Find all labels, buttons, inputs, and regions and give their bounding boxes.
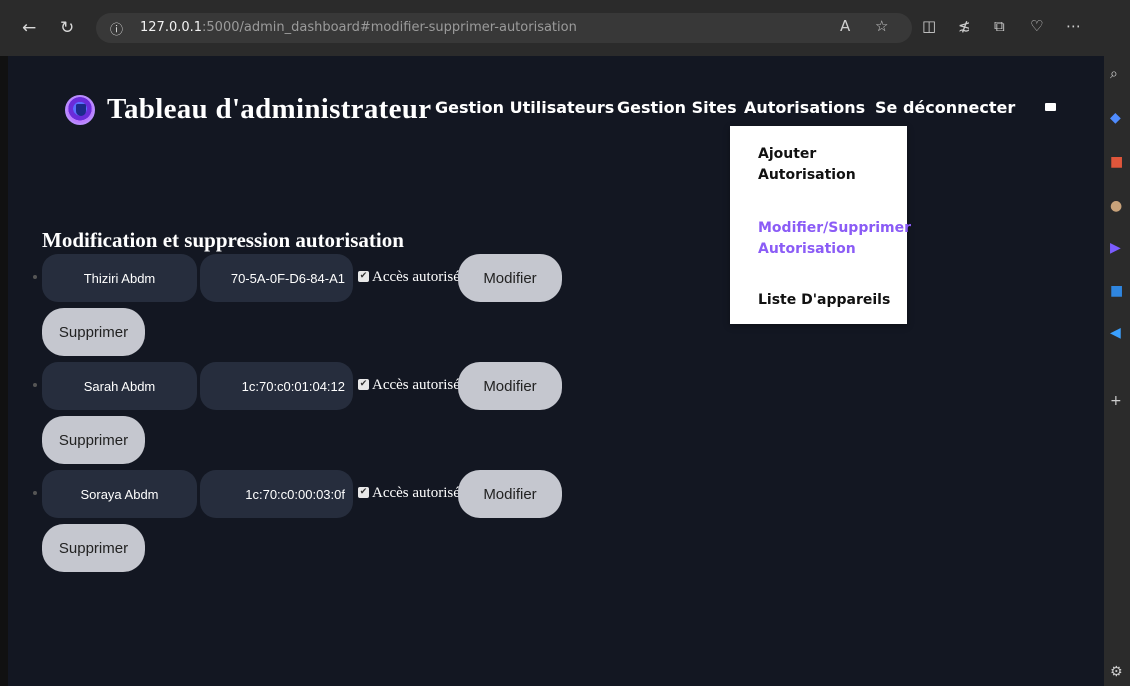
delete-button[interactable]: Supprimer <box>42 308 145 356</box>
name-field[interactable]: Sarah Abdm <box>42 362 197 410</box>
list-item: Soraya Abdm 1c:70:c0:00:03:0f ✔ Accès au… <box>8 470 1104 572</box>
nav-gestion-sites[interactable]: Gestion Sites <box>617 98 737 117</box>
brand: Tableau d'administrateur <box>65 93 431 126</box>
split-screen-icon[interactable]: ◫ <box>922 17 936 35</box>
admin-page: Tableau d'administrateur Gestion Utilisa… <box>8 56 1104 686</box>
access-checkbox[interactable]: ✔ <box>358 271 369 282</box>
mac-address-field[interactable]: 1c:70:c0:00:03:0f <box>200 470 353 518</box>
delete-button[interactable]: Supprimer <box>42 524 145 572</box>
shield-logo-icon <box>65 94 95 125</box>
favorite-star-icon[interactable]: ☆ <box>875 17 888 35</box>
nav-autorisations[interactable]: Autorisations <box>744 98 865 117</box>
modify-button[interactable]: Modifier <box>458 254 562 302</box>
modify-button[interactable]: Modifier <box>458 362 562 410</box>
info-icon[interactable]: ⓘ <box>110 19 123 38</box>
games-icon[interactable]: ▶ <box>1110 240 1121 256</box>
name-field[interactable]: Thiziri Abdm <box>42 254 197 302</box>
more-icon[interactable]: ⋯ <box>1066 17 1081 35</box>
access-checkbox[interactable]: ✔ <box>358 487 369 498</box>
access-label: Accès autorisé <box>372 377 460 393</box>
search-icon[interactable]: ⌕ <box>1110 66 1118 82</box>
mail-icon[interactable] <box>1045 103 1056 111</box>
refresh-icon[interactable]: ↻ <box>60 18 74 38</box>
address-bar[interactable]: ⓘ 127.0.0.1:5000/admin_dashboard#modifie… <box>96 13 912 43</box>
section-title: Modification et suppression autorisation <box>42 228 404 252</box>
back-icon[interactable]: ← <box>22 18 36 38</box>
name-field[interactable]: Soraya Abdm <box>42 470 197 518</box>
outlook-icon[interactable]: ■ <box>1110 283 1123 299</box>
list-item: Thiziri Abdm 70-5A-0F-D6-84-A1 ✔ Accès a… <box>8 254 1104 356</box>
dropdown-item-ajouter[interactable]: Ajouter Autorisation <box>758 144 903 186</box>
briefcase-icon[interactable]: ■ <box>1110 154 1123 170</box>
health-icon[interactable]: ♡ <box>1030 17 1043 35</box>
access-label: Accès autorisé <box>372 269 460 285</box>
bullet <box>33 383 37 387</box>
browser-sidebar: ⌕ ◆ ■ ● ▶ ■ ◀ + ⚙ <box>1104 0 1130 686</box>
tag-icon[interactable]: ◆ <box>1110 110 1121 126</box>
page-title: Tableau d'administrateur <box>107 93 432 125</box>
collections-icon[interactable]: ⧉ <box>994 17 1005 35</box>
access-label: Accès autorisé <box>372 485 460 501</box>
bullet <box>33 275 37 279</box>
mac-address-field[interactable]: 70-5A-0F-D6-84-A1 <box>200 254 353 302</box>
settings-icon[interactable]: ⚙ <box>1110 664 1123 680</box>
bullet <box>33 491 37 495</box>
read-aloud-icon[interactable]: A <box>840 17 850 35</box>
mac-address-field[interactable]: 1c:70:c0:01:04:12 <box>200 362 353 410</box>
nav-gestion-utilisateurs[interactable]: Gestion Utilisateurs <box>435 98 614 117</box>
list-item: Sarah Abdm 1c:70:c0:01:04:12 ✔ Accès aut… <box>8 362 1104 464</box>
favorites-icon[interactable]: ≴ <box>958 17 971 35</box>
telegram-icon[interactable]: ◀ <box>1110 325 1121 341</box>
add-icon[interactable]: + <box>1110 393 1122 409</box>
access-checkbox[interactable]: ✔ <box>358 379 369 390</box>
delete-button[interactable]: Supprimer <box>42 416 145 464</box>
url-text[interactable]: 127.0.0.1:5000/admin_dashboard#modifier-… <box>140 20 577 35</box>
nav-se-deconnecter[interactable]: Se déconnecter <box>875 98 1015 117</box>
browser-toolbar: ← ↻ ⓘ 127.0.0.1:5000/admin_dashboard#mod… <box>0 0 1130 56</box>
modify-button[interactable]: Modifier <box>458 470 562 518</box>
people-icon[interactable]: ● <box>1110 198 1122 214</box>
